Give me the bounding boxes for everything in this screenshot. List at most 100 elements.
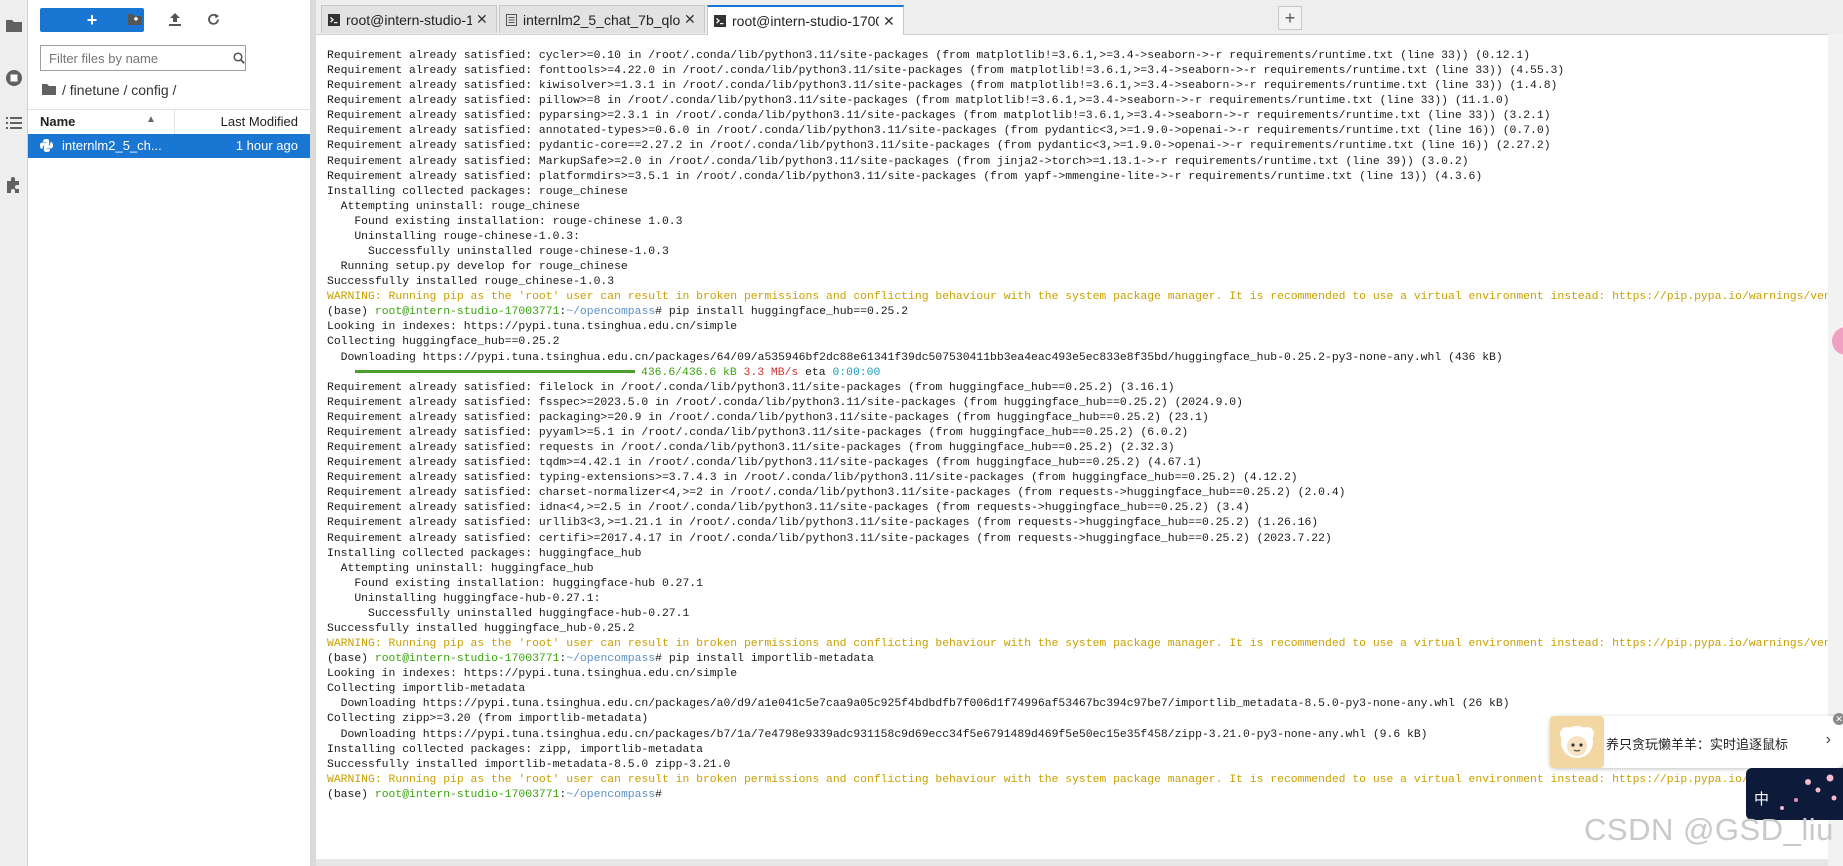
- search-icon: [233, 52, 245, 64]
- terminal-line: Successfully installed rouge_chinese-1.0…: [327, 276, 615, 289]
- terminal-line: Requirement already satisfied: requests …: [327, 442, 1175, 455]
- terminal-line: Successfully uninstalled huggingface-hub…: [327, 607, 690, 620]
- prompt-command: pip install huggingface_hub==0.25.2: [668, 306, 909, 319]
- file-name: internlm2_5_ch...: [62, 138, 162, 153]
- prompt-env: (base): [327, 788, 375, 801]
- popup-close-icon[interactable]: ✕: [1833, 713, 1843, 725]
- tab-notebook-config[interactable]: internlm2_5_chat_7b_qlora ✕: [499, 5, 705, 33]
- chevron-right-icon[interactable]: ›: [1826, 731, 1831, 749]
- progress-eta-label: eta: [805, 366, 826, 379]
- terminal-icon: [328, 13, 340, 26]
- column-last-modified[interactable]: Last Modified: [221, 114, 298, 129]
- tab-label: root@intern-studio-17003: [732, 13, 879, 29]
- prompt-hash: #: [655, 653, 669, 666]
- toc-icon[interactable]: [2, 112, 25, 135]
- terminal-line: Requirement already satisfied: idna<4,>=…: [327, 502, 1250, 515]
- file-icon: [506, 13, 517, 26]
- terminal-line: Requirement already satisfied: filelock …: [327, 381, 1175, 394]
- terminal-line: Requirement already satisfied: urllib3<3…: [327, 517, 1319, 530]
- terminal-line: Successfully uninstalled rouge-chinese-1…: [327, 246, 669, 259]
- terminal-line: Uninstalling huggingface-hub-0.27.1:: [327, 592, 601, 605]
- terminal-line: Looking in indexes: https://pypi.tuna.ts…: [327, 321, 738, 334]
- prompt-command: pip install importlib-metadata: [668, 653, 874, 666]
- prompt-path: ~/opencompass: [566, 653, 656, 666]
- terminal-line: Collecting importlib-metadata: [327, 683, 526, 696]
- terminal-text: Requirement already satisfied: cycler>=0…: [327, 49, 1828, 803]
- pip-warning-line: WARNING: Running pip as the 'root' user …: [327, 291, 1828, 304]
- terminal-line: Attempting uninstall: huggingface_hub: [327, 562, 594, 575]
- tab-label: internlm2_5_chat_7b_qlora: [523, 11, 680, 28]
- activity-bar: [0, 0, 28, 866]
- sheep-avatar: [1550, 716, 1604, 768]
- running-icon[interactable]: [2, 66, 25, 89]
- watermark: CSDN @GSD_liu: [1584, 812, 1834, 847]
- pip-warning-line: WARNING: Running pip as the 'root' user …: [327, 638, 1828, 651]
- folder-icon[interactable]: [2, 13, 25, 36]
- breadcrumb-path[interactable]: / finetune / config /: [62, 82, 176, 98]
- ime-mode-label: 中: [1754, 791, 1770, 808]
- progress-bar: [355, 370, 635, 374]
- terminal-line: Requirement already satisfied: cycler>=0…: [327, 50, 1531, 62]
- python-file-icon: [40, 139, 53, 155]
- terminal-line: Looking in indexes: https://pypi.tuna.ts…: [327, 668, 738, 681]
- sort-ascending-icon: ▲: [146, 114, 156, 125]
- terminal-line: Requirement already satisfied: pydantic-…: [327, 140, 1551, 153]
- terminal-line: Collecting huggingface_hub==0.25.2: [327, 336, 560, 349]
- terminal-line: Installing collected packages: huggingfa…: [327, 547, 642, 560]
- prompt-user: root@intern-studio-17003771: [374, 306, 560, 319]
- file-modified: 1 hour ago: [235, 138, 298, 153]
- prompt-env: (base): [327, 306, 375, 319]
- new-folder-icon[interactable]: [127, 11, 143, 27]
- prompt-user: root@intern-studio-17003771: [374, 653, 560, 666]
- terminal-prompt-line: (base) root@intern-studio-17003771:~/ope…: [327, 652, 1828, 667]
- terminal-line: Found existing installation: huggingface…: [327, 577, 703, 590]
- terminal-line: Uninstalling rouge-chinese-1.0.3:: [327, 230, 580, 243]
- terminal-line: Requirement already satisfied: pyparsing…: [327, 110, 1551, 123]
- home-folder-icon[interactable]: [42, 82, 56, 98]
- terminal-line: Requirement already satisfied: charset-n…: [327, 487, 1346, 500]
- prompt-user: root@intern-studio-17003771: [374, 788, 560, 801]
- pip-warning-line: WARNING: Running pip as the 'root' user …: [327, 773, 1828, 786]
- terminal-line: Requirement already satisfied: annotated…: [327, 125, 1551, 138]
- close-icon[interactable]: ✕: [684, 11, 698, 28]
- filter-input[interactable]: [41, 47, 233, 69]
- terminal-line: Successfully installed huggingface_hub-0…: [327, 622, 635, 635]
- prompt-env: (base): [327, 653, 375, 666]
- terminal-line: Requirement already satisfied: MarkupSaf…: [327, 155, 1469, 168]
- terminal-line: Requirement already satisfied: kiwisolve…: [327, 80, 1558, 93]
- extension-icon[interactable]: [2, 173, 25, 196]
- terminal-line: Requirement already satisfied: pillow>=8…: [327, 95, 1510, 108]
- prompt-hash: #: [655, 788, 669, 801]
- prompt-path: ~/opencompass: [566, 306, 656, 319]
- column-name[interactable]: Name: [40, 114, 75, 129]
- terminal-line: Attempting uninstall: rouge_chinese: [327, 200, 580, 213]
- file-browser: + / finetune / config / Name ▲ Last Modi…: [28, 0, 310, 866]
- close-icon[interactable]: ✕: [883, 13, 897, 30]
- breadcrumb: / finetune / config /: [42, 80, 176, 100]
- terminal-line: Requirement already satisfied: tqdm>=4.4…: [327, 457, 1202, 470]
- terminal-line: Requirement already satisfied: packaging…: [327, 411, 1209, 424]
- terminal-line: Requirement already satisfied: platformd…: [327, 170, 1483, 183]
- column-divider[interactable]: [174, 110, 175, 134]
- tab-terminal-1[interactable]: root@intern-studio-17003 ✕: [321, 5, 497, 33]
- tab-bar: root@intern-studio-17003 ✕ internlm2_5_c…: [316, 0, 1843, 35]
- file-filter: [40, 45, 246, 71]
- upload-icon[interactable]: [167, 11, 183, 27]
- terminal-line: Downloading https://pypi.tuna.tsinghua.e…: [327, 351, 1503, 364]
- terminal-line: Requirement already satisfied: pyyaml>=5…: [327, 426, 1189, 439]
- new-tab-button[interactable]: +: [1278, 6, 1302, 30]
- tab-terminal-2[interactable]: root@intern-studio-17003 ✕: [707, 5, 904, 35]
- promo-popup[interactable]: 养只贪玩懒羊羊：实时追逐鼠标 ›: [1550, 716, 1843, 768]
- terminal-line: Downloading https://pypi.tuna.tsinghua.e…: [327, 698, 1510, 711]
- status-strip: [316, 859, 1828, 866]
- file-item[interactable]: internlm2_5_ch... 1 hour ago: [28, 134, 310, 158]
- download-progress-line: 436.6/436.6 kB 3.3 MB/s eta 0:00:00: [327, 366, 1828, 381]
- terminal-line: Found existing installation: rouge-chine…: [327, 215, 683, 228]
- popup-text: 养只贪玩懒羊羊：实时追逐鼠标: [1606, 737, 1789, 752]
- panel-splitter[interactable]: [310, 0, 316, 866]
- file-browser-toolbar: +: [28, 0, 310, 38]
- close-icon[interactable]: ✕: [476, 11, 490, 28]
- terminal-prompt-line: (base) root@intern-studio-17003771:~/ope…: [327, 305, 1828, 320]
- terminal-prompt-line: (base) root@intern-studio-17003771:~/ope…: [327, 788, 1828, 803]
- refresh-icon[interactable]: [205, 11, 221, 27]
